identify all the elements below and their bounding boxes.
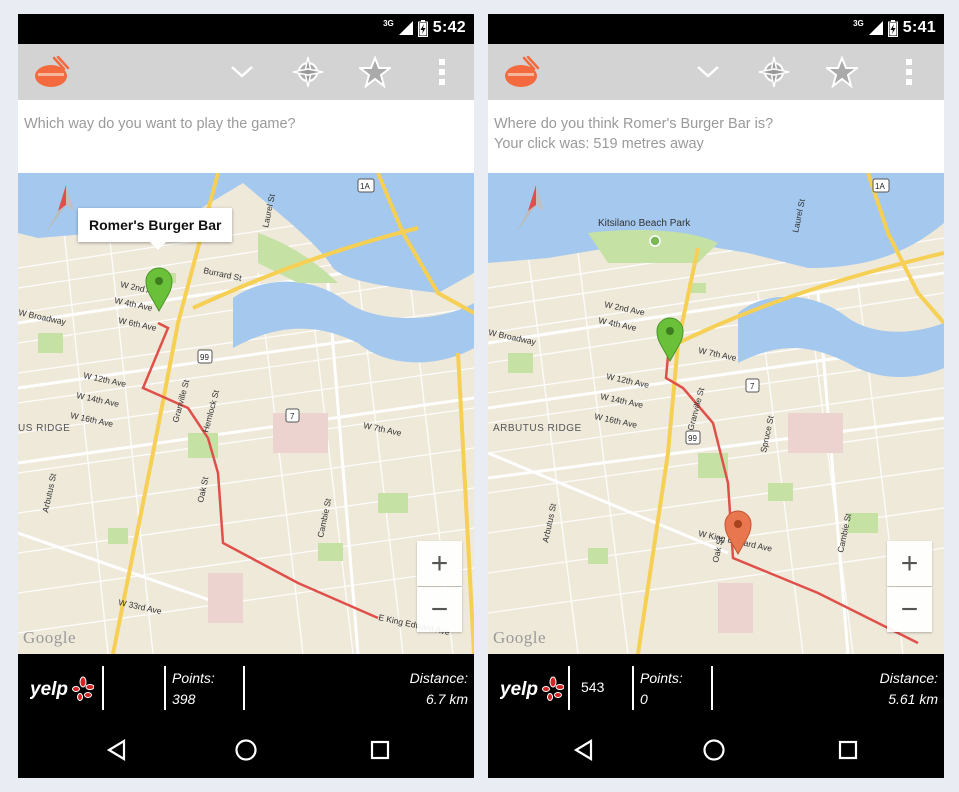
network-type: 3G xyxy=(853,18,864,28)
zoom-in-button[interactable]: + xyxy=(417,541,462,586)
map-canvas[interactable]: W 2nd Ave W 4th Ave W 6th Ave W Broadway… xyxy=(18,173,474,654)
back-icon xyxy=(573,739,593,761)
action-bar xyxy=(488,44,944,100)
clock: 5:41 xyxy=(902,19,936,36)
divider xyxy=(164,666,166,710)
zoom-out-button[interactable]: − xyxy=(887,587,932,632)
app-logo-icon[interactable] xyxy=(504,56,540,88)
map-canvas[interactable]: W 2nd Ave W 4th Ave W Broadway W 7th Ave… xyxy=(488,173,944,654)
zoom-out-button[interactable]: − xyxy=(417,587,462,632)
area-label: US RIDGE xyxy=(18,423,70,434)
compass-icon xyxy=(292,56,324,88)
distance-value: 5.61 km xyxy=(888,691,938,707)
google-attribution: Google xyxy=(23,628,77,647)
overflow-menu-icon xyxy=(439,59,445,85)
home-button[interactable] xyxy=(231,736,261,764)
yelp-rating-value: 543 xyxy=(581,679,605,695)
home-icon xyxy=(235,739,257,761)
recents-button[interactable] xyxy=(365,736,395,764)
overflow-menu-icon xyxy=(906,59,912,85)
svg-text:yelp: yelp xyxy=(500,679,538,700)
back-button[interactable] xyxy=(101,736,131,764)
distance-label: Distance: xyxy=(879,670,938,686)
distance-value: 6.7 km xyxy=(425,691,468,707)
network-type: 3G xyxy=(383,18,394,28)
signal-icon xyxy=(868,21,883,35)
score-bar: yelp Points: 398 Distance: 6.7 km xyxy=(18,654,474,722)
points-value: 398 xyxy=(172,691,196,707)
dropdown-button[interactable] xyxy=(690,54,726,90)
recents-icon xyxy=(838,740,858,760)
locate-button[interactable] xyxy=(290,54,326,90)
favorite-button[interactable] xyxy=(357,54,393,90)
map-view[interactable]: W 2nd Ave W 4th Ave W 6th Ave W Broadway… xyxy=(18,173,474,654)
home-button[interactable] xyxy=(699,736,729,764)
favorite-button[interactable] xyxy=(824,54,860,90)
svg-text:yelp: yelp xyxy=(30,679,68,700)
clock: 5:42 xyxy=(432,19,466,36)
prompt-line-1: Which way do you want to play the game? xyxy=(24,116,296,132)
park-marker xyxy=(649,235,661,247)
recents-icon xyxy=(370,740,390,760)
google-attribution: Google xyxy=(493,628,547,647)
battery-icon xyxy=(417,19,428,37)
divider xyxy=(243,666,245,710)
highway-number: 1A xyxy=(875,182,885,191)
action-bar xyxy=(18,44,474,100)
distance-label: Distance: xyxy=(409,670,468,686)
divider xyxy=(568,666,570,710)
points-label: Points: xyxy=(640,670,683,686)
prompt-line-2: Your click was: 519 metres away xyxy=(494,136,704,152)
prompt-text: Where do you think Romer's Burger Bar is… xyxy=(488,100,944,173)
score-bar: yelp 543 Points: 0 Distance: 5.61 km xyxy=(488,654,944,722)
status-bar: 3G 5:41 xyxy=(488,14,944,44)
compass-icon xyxy=(758,56,790,88)
status-bar: 3G 5:42 xyxy=(18,14,474,44)
star-icon xyxy=(826,56,858,88)
phone-screen-left: 3G 5:42 Which way do you want to play th… xyxy=(18,14,474,778)
highway-number: 99 xyxy=(688,434,697,443)
overflow-menu-button[interactable] xyxy=(891,54,927,90)
highway-number: 99 xyxy=(200,353,209,362)
locate-button[interactable] xyxy=(756,54,792,90)
star-icon xyxy=(359,56,391,88)
area-label: ARBUTUS RIDGE xyxy=(493,423,582,434)
highway-number: 7 xyxy=(290,412,295,421)
divider xyxy=(102,666,104,710)
points-label: Points: xyxy=(172,670,215,686)
dropdown-button[interactable] xyxy=(224,54,260,90)
navigation-bar xyxy=(18,722,474,778)
recents-button[interactable] xyxy=(833,736,863,764)
navigation-bar xyxy=(488,722,944,778)
back-icon xyxy=(106,739,126,761)
battery-icon xyxy=(887,19,898,37)
place-popup[interactable]: Romer's Burger Bar xyxy=(78,208,233,250)
app-logo-icon[interactable] xyxy=(34,56,70,88)
divider xyxy=(711,666,713,710)
prompt-text: Which way do you want to play the game? xyxy=(18,100,474,173)
yelp-logo-icon[interactable]: yelp xyxy=(30,676,94,702)
phone-screen-right: 3G 5:41 Where do you think Romer's Burge… xyxy=(488,14,944,778)
highway-number: 7 xyxy=(750,382,755,391)
points-value: 0 xyxy=(640,691,648,707)
map-view[interactable]: W 2nd Ave W 4th Ave W Broadway W 7th Ave… xyxy=(488,173,944,654)
chevron-down-icon xyxy=(697,66,719,78)
chevron-down-icon xyxy=(231,66,253,78)
highway-number: 1A xyxy=(360,182,370,191)
zoom-in-button[interactable]: + xyxy=(887,541,932,586)
divider xyxy=(632,666,634,710)
prompt-line-1: Where do you think Romer's Burger Bar is… xyxy=(494,116,774,132)
signal-icon xyxy=(398,21,413,35)
overflow-menu-button[interactable] xyxy=(424,54,460,90)
home-icon xyxy=(703,739,725,761)
park-label: Kitsilano Beach Park xyxy=(598,218,691,229)
back-button[interactable] xyxy=(568,736,598,764)
yelp-logo-icon[interactable]: yelp xyxy=(500,676,564,702)
